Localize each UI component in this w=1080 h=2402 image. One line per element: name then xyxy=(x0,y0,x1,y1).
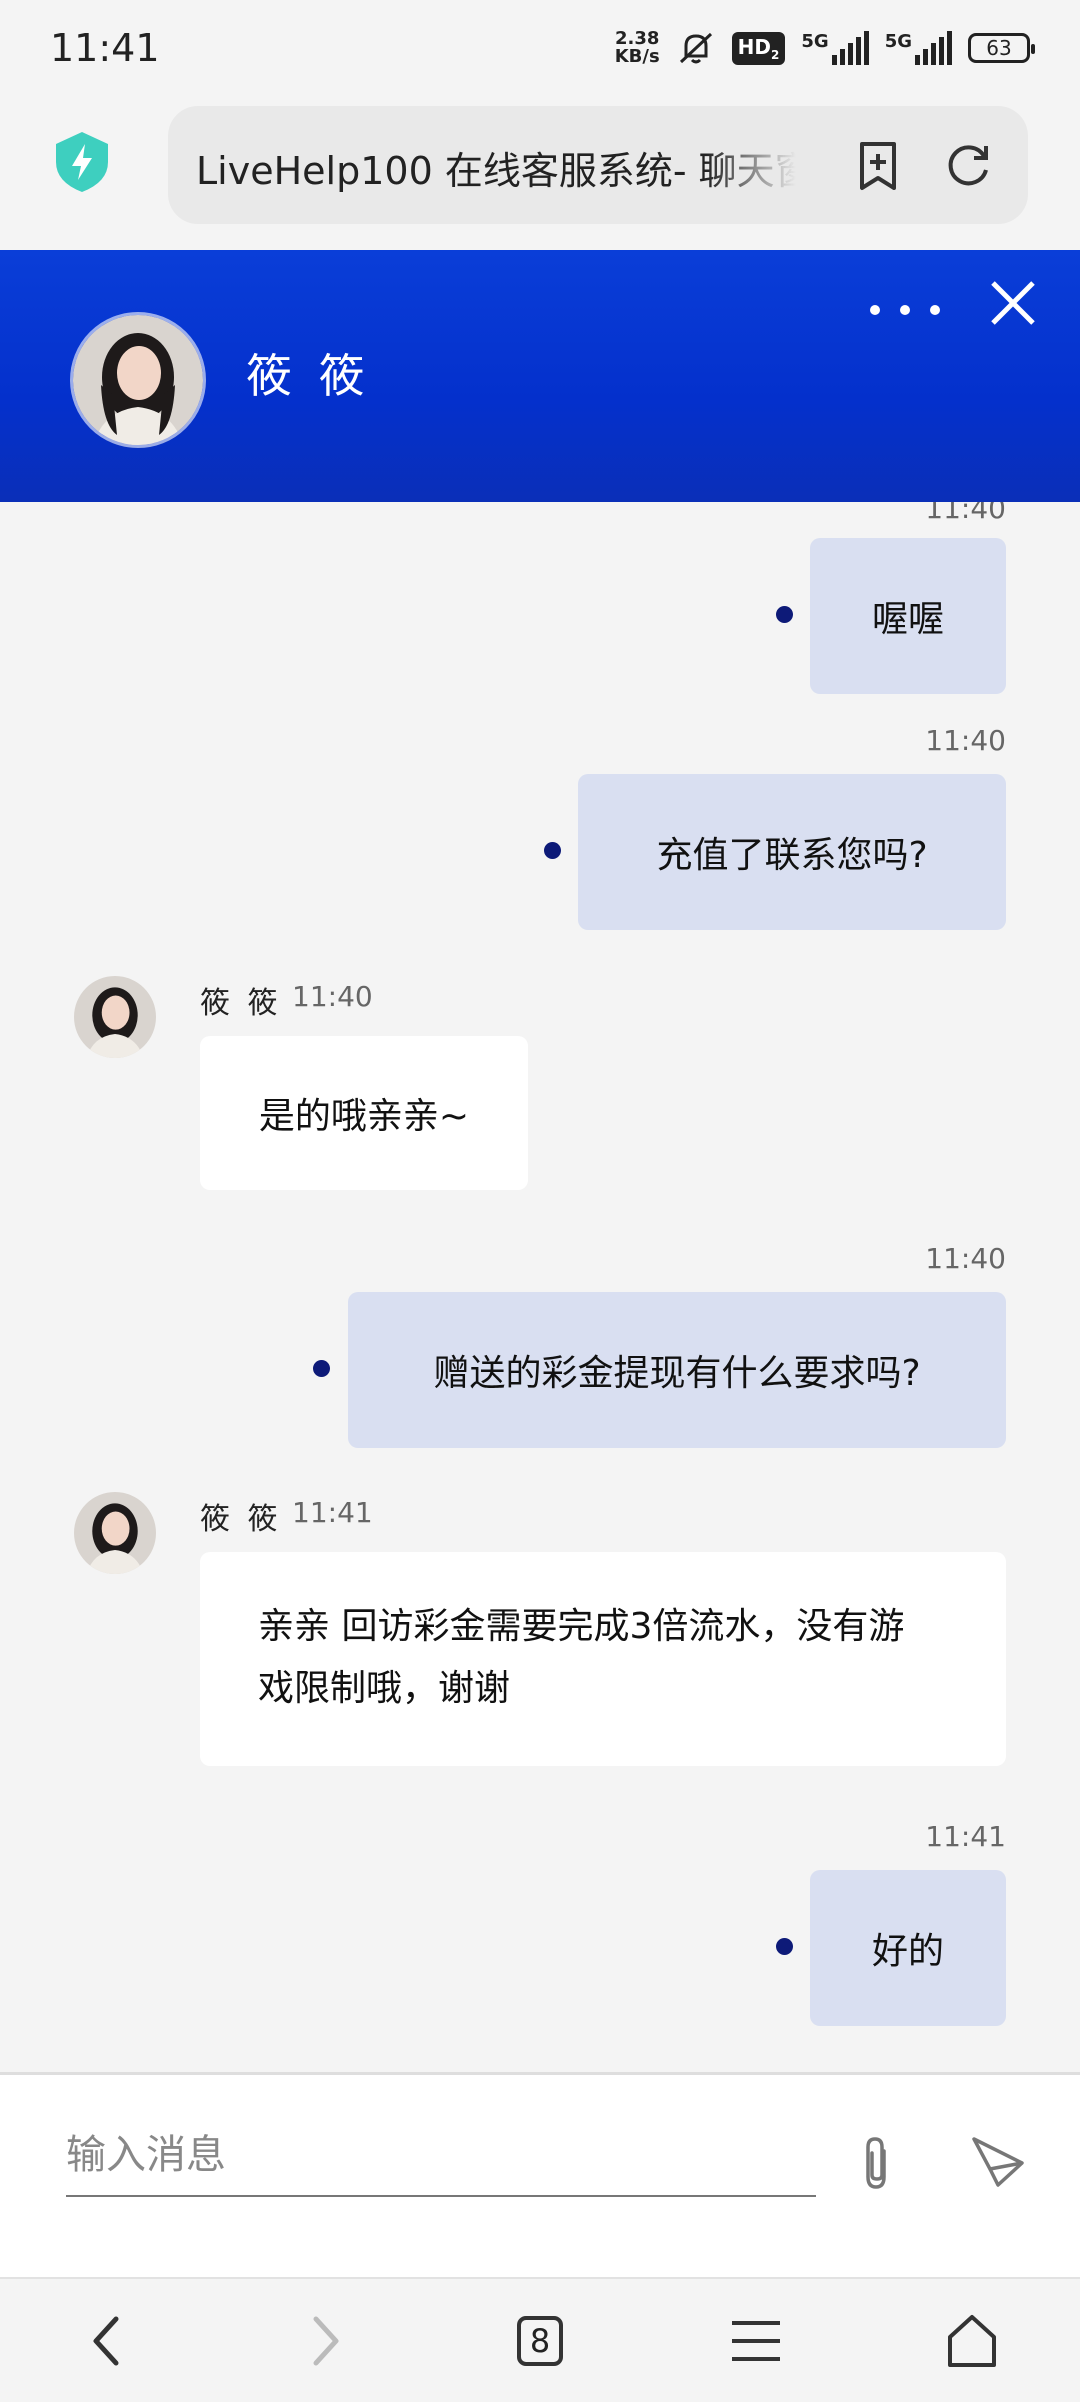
hamburger-menu-icon xyxy=(732,2321,780,2361)
incoming-message: 是的哦亲亲~ xyxy=(200,1036,528,1190)
message-composer xyxy=(0,2072,1080,2280)
status-time: 11:41 xyxy=(50,26,160,70)
message-status-dot xyxy=(313,1360,330,1377)
agent-avatar xyxy=(70,312,206,448)
more-options-icon[interactable] xyxy=(870,290,940,330)
menu-button[interactable] xyxy=(728,2313,784,2369)
sender-name: 筱 筱 xyxy=(200,1502,282,1537)
message-time: 11:41 xyxy=(292,1496,373,1529)
message-status-dot xyxy=(776,606,793,623)
message-time: 11:40 xyxy=(925,1242,1006,1275)
page-title-url[interactable]: LiveHelp100 在线客服系统- 聊天窗口 xyxy=(196,140,796,195)
home-button[interactable] xyxy=(944,2313,1000,2369)
home-icon xyxy=(948,2315,996,2367)
back-button[interactable] xyxy=(78,2313,134,2369)
battery-indicator: 63 xyxy=(968,33,1035,63)
tabs-button[interactable]: 8 xyxy=(512,2313,568,2369)
message-input[interactable] xyxy=(66,2115,816,2197)
network-speed: 2.38 KB/s xyxy=(614,28,660,67)
message-time: 11:40 xyxy=(925,502,1006,525)
sender-name: 筱 筱 xyxy=(200,986,282,1021)
agent-avatar-small xyxy=(74,1492,156,1574)
outgoing-message: 喔喔 xyxy=(810,538,1006,694)
refresh-icon[interactable] xyxy=(938,136,998,196)
message-status-dot xyxy=(544,842,561,859)
chevron-right-icon xyxy=(313,2316,339,2366)
message-line: 戏限制哦，谢谢 xyxy=(258,1668,511,1709)
sim1-signal-icon: 5G xyxy=(801,31,869,65)
message-time: 11:40 xyxy=(925,724,1006,757)
close-icon[interactable] xyxy=(985,275,1041,331)
chevron-left-icon xyxy=(93,2316,119,2366)
browser-nav-bar: 8 xyxy=(0,2277,1080,2402)
forward-button[interactable] xyxy=(298,2313,354,2369)
status-bar: 11:41 2.38 KB/s HD2 5G 5G 63 xyxy=(0,0,1080,100)
outgoing-message: 赠送的彩金提现有什么要求吗? xyxy=(348,1292,1006,1448)
security-shield-icon[interactable] xyxy=(52,130,112,194)
message-line: 亲亲 回访彩金需要完成3倍流水，没有游 xyxy=(258,1606,905,1647)
outgoing-message: 充值了联系您吗? xyxy=(578,774,1006,930)
message-time: 11:41 xyxy=(925,1820,1006,1853)
address-bar[interactable]: LiveHelp100 在线客服系统- 聊天窗口 xyxy=(168,106,1028,224)
agent-name: 筱 筱 xyxy=(246,349,371,403)
chat-header: 筱 筱 xyxy=(0,250,1080,502)
status-icons: 2.38 KB/s HD2 5G 5G 63 xyxy=(614,28,1035,68)
browser-toolbar: LiveHelp100 在线客服系统- 聊天窗口 xyxy=(0,100,1080,250)
add-bookmark-icon[interactable] xyxy=(848,136,908,196)
message-time: 11:40 xyxy=(292,980,373,1013)
mute-bell-icon xyxy=(679,32,712,64)
tab-count: 8 xyxy=(517,2316,563,2366)
outgoing-message: 好的 xyxy=(810,1870,1006,2026)
hd-voice-badge: HD2 xyxy=(731,31,786,65)
attachment-icon[interactable] xyxy=(850,2133,902,2197)
sim2-signal-icon: 5G xyxy=(885,31,952,65)
send-icon[interactable] xyxy=(970,2133,1026,2189)
agent-avatar-small xyxy=(74,976,156,1058)
incoming-message: 亲亲 回访彩金需要完成3倍流水，没有游 戏限制哦，谢谢 xyxy=(200,1552,1006,1766)
message-list[interactable]: 11:40 喔喔 11:40 充值了联系您吗? 筱 筱 11:40 是的哦亲亲~… xyxy=(0,502,1080,2072)
message-status-dot xyxy=(776,1938,793,1955)
